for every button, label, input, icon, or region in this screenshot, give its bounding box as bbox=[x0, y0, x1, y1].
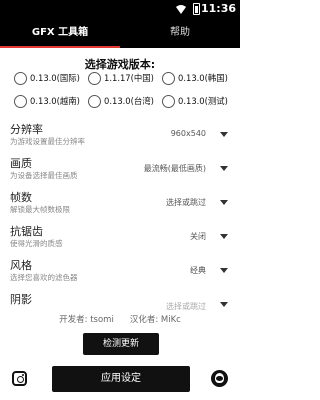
wifi-icon bbox=[176, 5, 186, 14]
version-option-vietnam[interactable]: 0.13.0(越南) bbox=[14, 93, 80, 109]
antialiasing-select[interactable]: 关闭 bbox=[190, 231, 206, 242]
chevron-down-icon[interactable] bbox=[220, 302, 228, 307]
setting-title: 分辨率 bbox=[10, 123, 43, 136]
tab-gfx-toolbox[interactable]: GFX 工具箱 bbox=[0, 18, 120, 48]
developer-credit: 开发者: tsomi bbox=[59, 315, 114, 325]
translator-credit: 汉化者: MiKc bbox=[129, 315, 181, 325]
setting-title: 风格 bbox=[10, 259, 32, 272]
radio-icon[interactable] bbox=[162, 94, 175, 108]
setting-description: 解锁最大帧数极限 bbox=[10, 205, 70, 214]
setting-description: 为游戏设置最佳分辨率 bbox=[10, 137, 85, 146]
chevron-down-icon[interactable] bbox=[220, 268, 228, 273]
graphics-select[interactable]: 最流畅(最低画质) bbox=[144, 163, 206, 174]
status-bar: 11:36 bbox=[0, 0, 240, 18]
setting-description: 选择您喜欢的滤色器 bbox=[10, 273, 78, 282]
chevron-down-icon[interactable] bbox=[220, 200, 228, 205]
version-option-taiwan[interactable]: 0.13.0(台湾) bbox=[88, 93, 154, 109]
tab-indicator bbox=[0, 46, 120, 48]
radio-icon[interactable] bbox=[88, 94, 101, 108]
setting-graphics: 画质 为设备选择最佳画质 最流畅(最低画质) bbox=[0, 155, 240, 191]
tab-help[interactable]: 帮助 bbox=[120, 18, 240, 48]
version-row-2: 0.13.0(越南) 0.13.0(台湾) 0.13.0(测试) bbox=[0, 93, 240, 109]
credits: 开发者: tsomi 汉化者: MiKc bbox=[0, 313, 240, 325]
version-option-korea[interactable]: 0.13.0(韩国) bbox=[162, 70, 228, 86]
setting-style: 风格 选择您喜欢的滤色器 经典 bbox=[0, 257, 240, 293]
setting-title: 帧数 bbox=[10, 191, 32, 204]
version-option-test[interactable]: 0.13.0(测试) bbox=[162, 93, 228, 109]
shadow-select[interactable]: 选择或跳过 bbox=[166, 301, 206, 312]
setting-shadow: 阴影 选择或跳过 bbox=[0, 291, 240, 311]
check-update-button[interactable]: 检测更新 bbox=[83, 333, 159, 355]
instagram-icon[interactable] bbox=[12, 371, 27, 386]
setting-resolution: 分辨率 为游戏设置最佳分辨率 960x540 bbox=[0, 121, 240, 157]
apply-settings-button[interactable]: 应用设定 bbox=[52, 366, 190, 392]
radio-icon[interactable] bbox=[14, 94, 27, 108]
chevron-down-icon[interactable] bbox=[220, 234, 228, 239]
setting-title: 阴影 bbox=[10, 293, 32, 306]
chevron-down-icon[interactable] bbox=[220, 132, 228, 137]
battery-icon bbox=[193, 3, 200, 15]
setting-title: 抗锯齿 bbox=[10, 225, 43, 238]
setting-antialiasing: 抗锯齿 使得光滑的质感 关闭 bbox=[0, 223, 240, 259]
radio-icon[interactable] bbox=[162, 71, 175, 85]
radio-icon[interactable] bbox=[88, 71, 101, 85]
qq-icon[interactable] bbox=[211, 370, 228, 387]
chevron-down-icon[interactable] bbox=[220, 166, 228, 171]
fps-select[interactable]: 选择或跳过 bbox=[166, 197, 206, 208]
version-option-global[interactable]: 0.13.0(国际) bbox=[14, 70, 80, 86]
version-row-1: 0.13.0(国际) 1.1.17(中国) 0.13.0(韩国) bbox=[0, 70, 240, 86]
version-option-china[interactable]: 1.1.17(中国) bbox=[88, 70, 154, 86]
setting-description: 使得光滑的质感 bbox=[10, 239, 63, 248]
style-select[interactable]: 经典 bbox=[190, 265, 206, 276]
radio-icon[interactable] bbox=[14, 71, 27, 85]
setting-title: 画质 bbox=[10, 157, 32, 170]
setting-fps: 帧数 解锁最大帧数极限 选择或跳过 bbox=[0, 189, 240, 225]
setting-description: 为设备选择最佳画质 bbox=[10, 171, 78, 180]
tab-bar: GFX 工具箱 帮助 bbox=[0, 18, 240, 48]
resolution-select[interactable]: 960x540 bbox=[171, 129, 206, 138]
status-time: 11:36 bbox=[200, 2, 236, 15]
